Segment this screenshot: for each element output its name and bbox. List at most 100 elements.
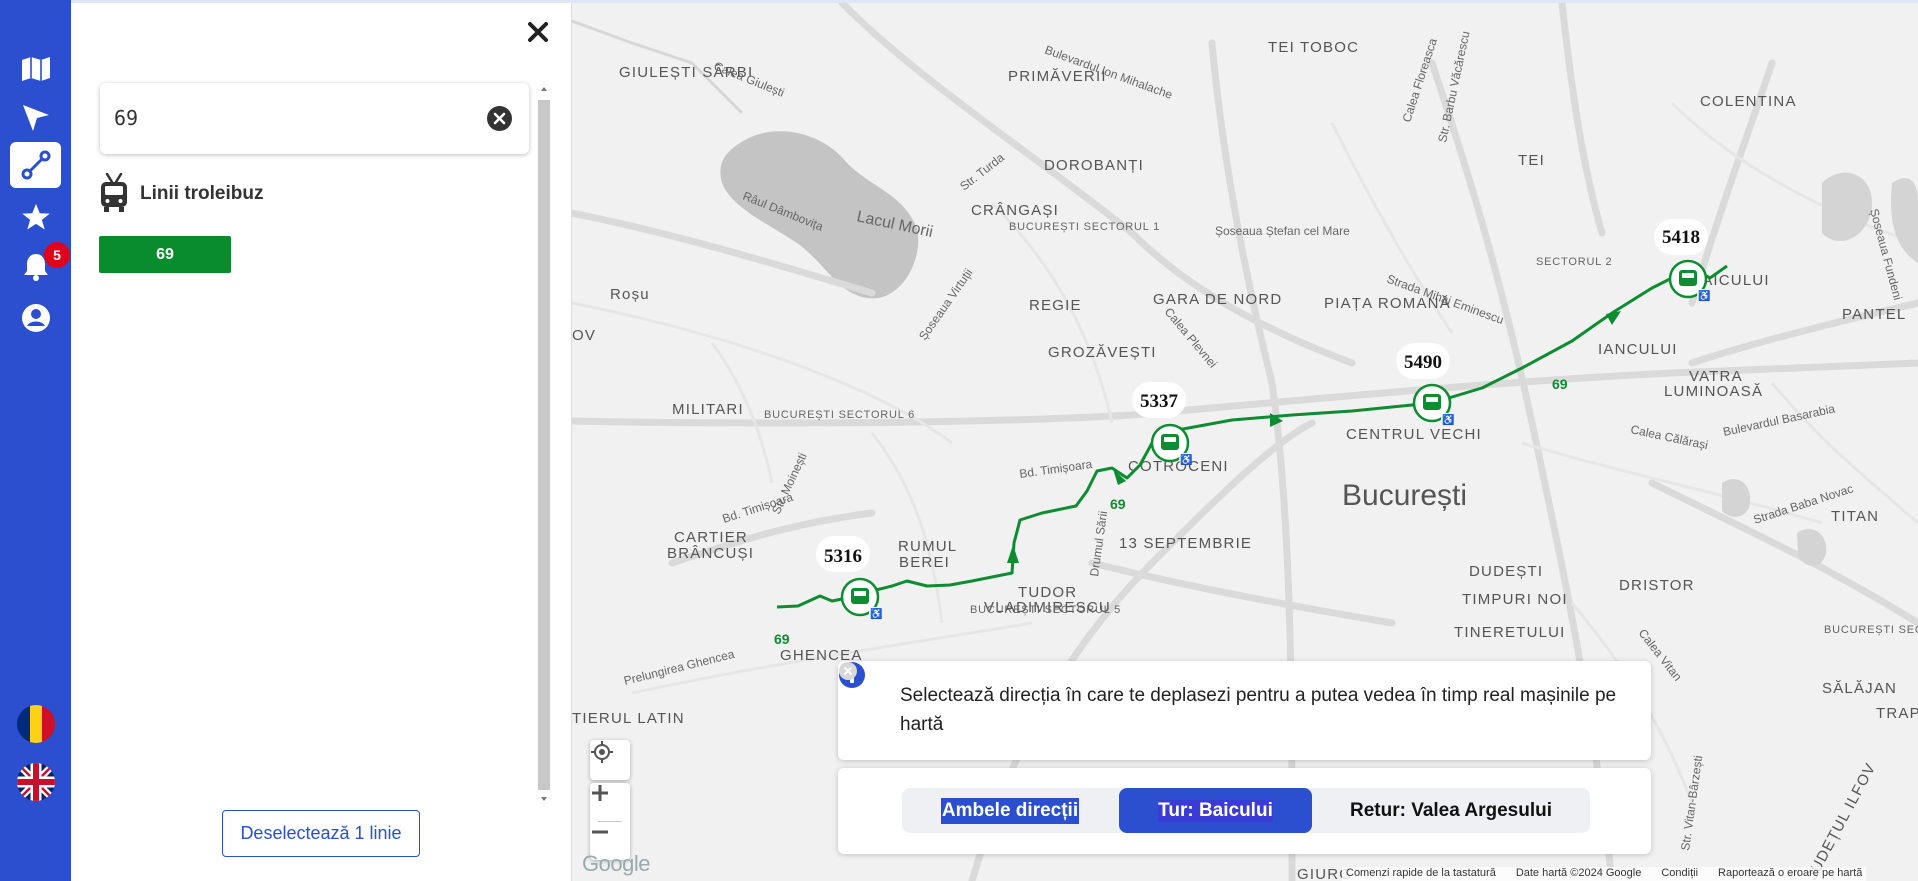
clear-icon bbox=[487, 106, 512, 131]
district-label: CENTRUL VECHI bbox=[1346, 426, 1482, 443]
district-label: TRAP bbox=[1876, 705, 1918, 722]
district-label: LUMINOASĂ bbox=[1664, 383, 1763, 400]
stop-5337[interactable]: 5337 ♿ bbox=[1132, 382, 1192, 466]
street-label: Str. Turda bbox=[957, 150, 1007, 193]
route-icon bbox=[21, 150, 50, 180]
sector-label: BUCUREȘTI SECTORUL 5 bbox=[970, 604, 1121, 616]
route-number-label: 69 bbox=[774, 631, 790, 647]
direction-both-button[interactable]: Ambele direcții bbox=[902, 788, 1118, 833]
route-69-path[interactable]: 69 69 69 bbox=[774, 264, 1728, 647]
map-icon bbox=[21, 57, 50, 81]
line-search-input[interactable] bbox=[114, 101, 464, 135]
zoom-in-button[interactable] bbox=[590, 783, 630, 821]
svg-text:♿: ♿ bbox=[870, 607, 882, 620]
uk-flag-icon bbox=[16, 763, 55, 801]
panel-scroll-thumb[interactable] bbox=[538, 100, 550, 790]
nav-account-button[interactable] bbox=[10, 295, 61, 341]
district-label: REGIE bbox=[1029, 297, 1082, 314]
info-banner-text: Selectează direcția în care te deplasezi… bbox=[900, 685, 1617, 735]
locate-me-button[interactable] bbox=[590, 740, 630, 780]
sector-label: BUCUREȘTI SECTORUL 1 bbox=[1009, 221, 1160, 233]
nav-notifications-button[interactable]: 5 bbox=[10, 242, 70, 290]
direction-selector: Ambele direcții Tur: Baicului Retur: Val… bbox=[838, 768, 1651, 854]
district-label: DRISTOR bbox=[1619, 577, 1695, 594]
nav-favorites-button[interactable] bbox=[10, 194, 61, 240]
street-label: Calea Plevnei bbox=[1162, 305, 1220, 371]
sector-label: SECTORUL 2 bbox=[1536, 256, 1612, 268]
lines-panel: Linii troleibuz 69 Deselectează 1 linie bbox=[71, 3, 572, 881]
direction-segmented-control: Ambele direcții Tur: Baicului Retur: Val… bbox=[902, 788, 1590, 833]
direction-arrow bbox=[1606, 311, 1621, 325]
street-label: Calea Călărași bbox=[1629, 422, 1709, 452]
street-label: JUDEȚUL ILFOV bbox=[1804, 760, 1880, 881]
direction-info-banner: Selectează direcția în care te deplasezi… bbox=[838, 661, 1651, 760]
clear-search-button[interactable] bbox=[486, 105, 513, 132]
district-label: IANCULUI bbox=[1598, 341, 1678, 358]
navigation-icon bbox=[22, 105, 49, 131]
street-label: Șoseaua Ștefan cel Mare bbox=[1215, 224, 1350, 238]
line-search-card bbox=[100, 83, 529, 154]
close-panel-button[interactable] bbox=[523, 17, 553, 47]
district-label: 13 SEPTEMBRIE bbox=[1119, 535, 1252, 552]
svg-text:♿: ♿ bbox=[1698, 289, 1710, 302]
nav-map-button[interactable] bbox=[10, 46, 61, 92]
plus-icon bbox=[592, 785, 608, 801]
street-label: Str. Vitan-Bârzești bbox=[1678, 755, 1705, 852]
map-data-text: Date hartă ©2024 Google bbox=[1515, 867, 1642, 879]
terms-link[interactable]: Condiții bbox=[1661, 867, 1698, 881]
sector-label: BUCUREȘTI SECTORUL 3 bbox=[1824, 624, 1918, 636]
minus-icon bbox=[592, 830, 608, 834]
district-label: COLENTINA bbox=[1700, 93, 1797, 110]
nav-routes-button[interactable] bbox=[10, 142, 61, 188]
map-view[interactable]: GIULEȘTI SÂRBI PRIMĂVERII TEI TOBOC COLE… bbox=[572, 3, 1918, 881]
district-label: CRÂNGAȘI bbox=[971, 202, 1059, 219]
deselect-lines-button[interactable]: Deselectează 1 linie bbox=[222, 810, 420, 857]
district-label: Roșu bbox=[610, 286, 650, 303]
direction-both-label: Ambele direcții bbox=[940, 797, 1080, 824]
district-label: BEREI bbox=[899, 554, 950, 571]
district-label: DUDEȘTI bbox=[1469, 563, 1543, 580]
district-label: TIMPURI NOI bbox=[1462, 591, 1568, 608]
district-label: TITAN bbox=[1831, 508, 1879, 525]
google-logo: Google bbox=[582, 851, 650, 876]
close-banner-icon[interactable] bbox=[838, 661, 858, 681]
route-number-label: 69 bbox=[1110, 496, 1126, 512]
keyboard-shortcuts-link[interactable]: Comenzi rapide de la tastatură bbox=[1346, 867, 1496, 881]
sector-label: BUCUREȘTI SECTORUL 6 bbox=[764, 409, 915, 421]
direction-tur-button[interactable]: Tur: Baicului bbox=[1119, 788, 1312, 833]
line-69-chip[interactable]: 69 bbox=[99, 236, 231, 273]
report-error-link[interactable]: Raportează o eroare pe hartă bbox=[1718, 867, 1862, 881]
district-label: TEI TOBOC bbox=[1268, 39, 1359, 56]
direction-arrow bbox=[1007, 545, 1019, 563]
trolleybus-icon bbox=[98, 172, 130, 213]
street-label: Calea Floreasca bbox=[1400, 36, 1440, 124]
district-label: MILITARI bbox=[672, 401, 744, 418]
stop-5316[interactable]: 5316 ♿ bbox=[816, 536, 882, 620]
district-label: RUMUL bbox=[898, 538, 957, 555]
svg-text:♿: ♿ bbox=[1180, 453, 1192, 466]
map-attribution: Comenzi rapide de la tastatură Date hart… bbox=[1342, 867, 1867, 881]
direction-tur-label: Tur: Baicului bbox=[1158, 799, 1273, 822]
street-label: Bd. Timișoara bbox=[1018, 457, 1093, 481]
district-label: OV bbox=[572, 327, 596, 344]
nav-rail: 5 bbox=[0, 0, 71, 881]
language-en-button[interactable] bbox=[10, 759, 61, 805]
district-label: BRÂNCUȘI bbox=[667, 545, 754, 562]
district-label: TINERETULUI bbox=[1454, 624, 1566, 641]
direction-retur-button[interactable]: Retur: Valea Argesului bbox=[1312, 788, 1590, 833]
account-icon bbox=[21, 304, 50, 332]
notification-badge: 5 bbox=[44, 242, 70, 268]
stop-number: 5316 bbox=[824, 546, 862, 567]
language-ro-button[interactable] bbox=[10, 701, 61, 747]
street-label: Șoseaua Virtuții bbox=[916, 266, 976, 343]
star-icon bbox=[21, 203, 50, 230]
zoom-controls bbox=[590, 783, 630, 860]
stop-number: 5418 bbox=[1662, 227, 1700, 248]
close-icon bbox=[528, 22, 548, 42]
district-label: SĂLĂJAN bbox=[1822, 680, 1897, 697]
trolleybus-lines-heading: Linii troleibuz bbox=[140, 183, 264, 204]
svg-text:♿: ♿ bbox=[1442, 413, 1454, 426]
nav-navigate-button[interactable] bbox=[10, 95, 61, 141]
stop-number: 5490 bbox=[1404, 352, 1442, 373]
stop-number: 5337 bbox=[1140, 391, 1179, 412]
